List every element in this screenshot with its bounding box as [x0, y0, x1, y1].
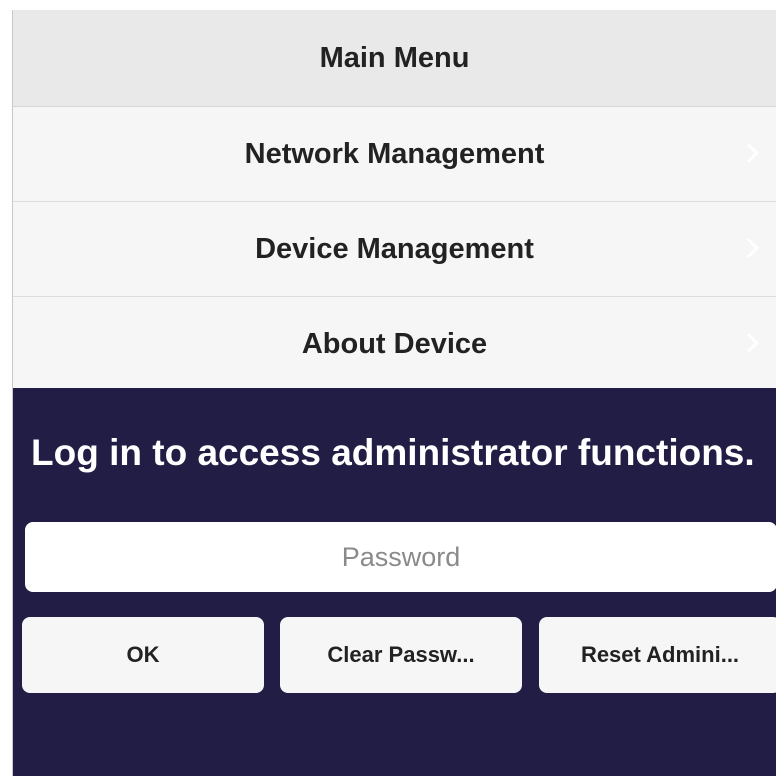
- menu-item-about-device[interactable]: About Device: [13, 297, 776, 392]
- password-input[interactable]: [25, 522, 776, 592]
- chevron-right-icon: [739, 143, 759, 163]
- chevron-right-icon: [739, 333, 759, 353]
- ok-button[interactable]: OK: [22, 617, 264, 693]
- chevron-right-icon: [739, 238, 759, 258]
- menu-item-network-management[interactable]: Network Management: [13, 107, 776, 202]
- clear-password-button[interactable]: Clear Passw...: [280, 617, 522, 693]
- login-prompt: Log in to access administrator functions…: [31, 432, 755, 473]
- login-panel: Log in to access administrator functions…: [13, 388, 776, 776]
- menu-item-label: Network Management: [244, 137, 545, 170]
- menu-item-label: About Device: [301, 327, 488, 360]
- app-frame: Main Menu Network Management Device Mana…: [12, 10, 776, 776]
- menu-item-device-management[interactable]: Device Management: [13, 202, 776, 297]
- page-title: Main Menu: [319, 41, 470, 74]
- reset-admin-button[interactable]: Reset Admini...: [539, 617, 776, 693]
- menu-item-label: Device Management: [255, 232, 534, 265]
- main-menu-header: Main Menu: [13, 10, 776, 107]
